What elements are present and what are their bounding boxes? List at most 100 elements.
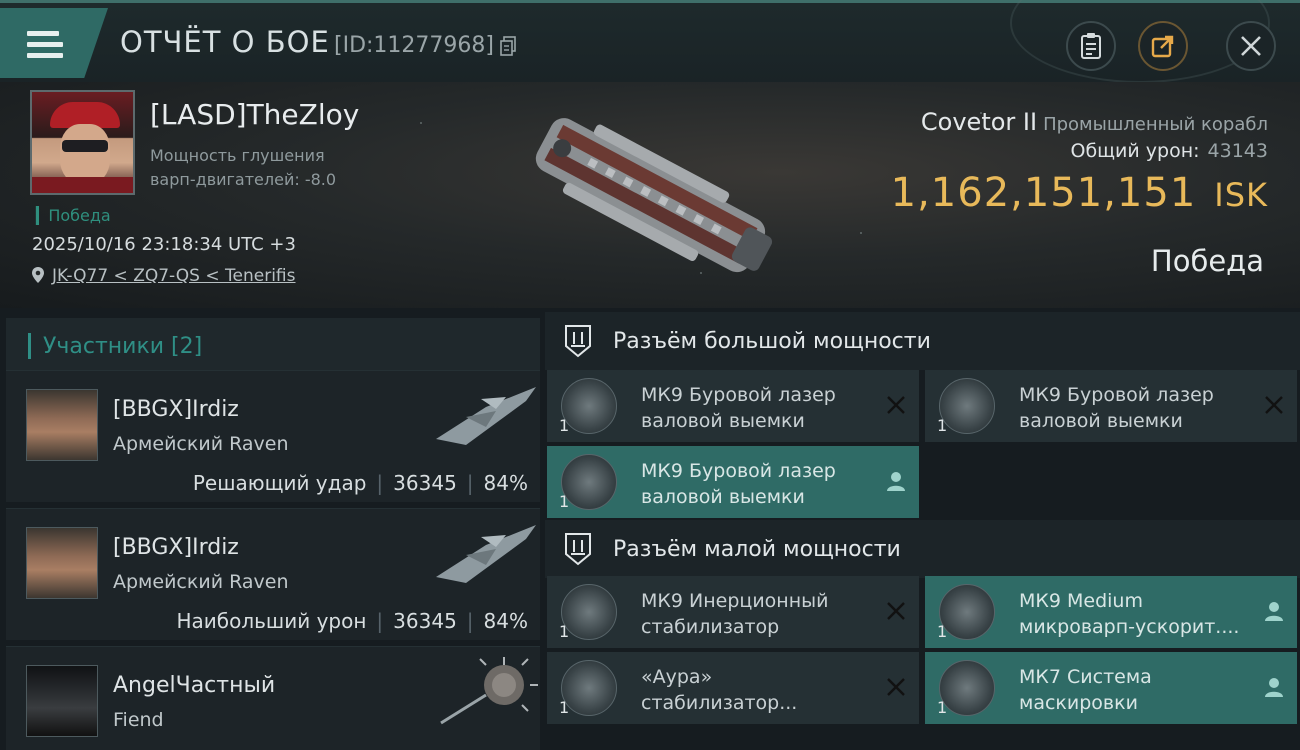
module-item[interactable]: 1 МК9 Medium микроварп-ускорит.... [925,576,1297,648]
participant-name: AngelЧастный [113,673,276,698]
isk-unit: ISK [1214,176,1268,214]
participant-name: [BBGX]Irdiz [113,535,239,560]
participant-ship: Армейский Raven [113,571,289,593]
module-qty: 1 [559,492,570,511]
module-label: МК9 Буровой лазер валовой выемки [641,460,836,508]
total-damage: Общий урон: 43143 [1070,140,1268,162]
participant-avatar [26,389,98,461]
target-ship-class: Промышленный корабл [1043,114,1268,135]
header-bar: ОТЧЁТ О БОЕ [ID:11277968] [0,0,1300,83]
clipboard-icon [1081,33,1101,59]
aura-stabilizer-icon [561,660,617,716]
module-label: «Аура» стабилизатор... [641,666,798,714]
location-pin-icon [32,267,44,283]
pilot-stat-line2: варп-двигателей: -8.0 [150,170,337,189]
module-item[interactable]: 1 МК9 Буровой лазер валовой выемки [547,446,919,518]
mining-laser-icon [561,378,617,434]
participant-ship-image [436,525,536,583]
isk-value: 1,162,151,151 ISK [891,170,1268,216]
module-label: МК9 Буровой лазер валовой выемки [1019,384,1214,432]
destroyed-icon [1265,396,1283,414]
participant-avatar [26,665,98,737]
pilot-avatar[interactable] [30,90,135,195]
pilot-name[interactable]: [LASD]TheZloy [150,98,359,131]
star-decor [420,122,422,124]
high-slot-header: Разъём большой мощности [545,312,1300,370]
module-qty: 1 [559,698,570,717]
participant-percent: 84% [483,471,528,495]
module-qty: 1 [559,416,570,435]
low-slot-label: Разъём малой мощности [613,536,901,562]
participants-accent [28,333,31,359]
win-tag-label: Победа [48,206,111,225]
module-qty: 1 [559,622,570,641]
module-item[interactable]: 1 «Аура» стабилизатор... [547,652,919,724]
isk-amount: 1,162,151,151 [890,170,1197,216]
close-icon [1241,36,1261,56]
total-damage-value: 43143 [1207,140,1268,162]
participant-ship-image [436,387,536,445]
participant-ship: Армейский Raven [113,433,289,455]
pilot-stat-line1: Мощность глушения [150,146,325,165]
inertial-stabilizer-icon [561,584,617,640]
participant-row[interactable]: [BBGX]Irdiz Армейский Raven Решающий уда… [6,370,540,502]
participant-stats: Решающий удар | 36345 | 84% [192,471,528,495]
report-id: [ID:11277968] [334,33,494,58]
microwarpdrive-icon [939,584,995,640]
participants-panel: Участники [2] [BBGX]Irdiz Армейский Rave… [0,308,545,750]
close-button[interactable] [1226,21,1276,71]
target-ship-image [535,118,773,273]
mining-laser-icon [561,454,617,510]
share-icon [1151,35,1174,58]
module-item[interactable]: 1 МК7 Система маскировки [925,652,1297,724]
clipboard-button[interactable] [1066,21,1116,71]
participant-avatar [26,527,98,599]
total-damage-label: Общий урон: [1070,140,1200,162]
share-button[interactable] [1138,21,1188,71]
destroyed-icon [887,396,905,414]
module-item[interactable]: 1 МК9 Инерционный стабилизатор [547,576,919,648]
module-label: МК9 Инерционный стабилизатор [641,590,829,638]
menu-button[interactable] [0,8,108,78]
mining-laser-icon [939,378,995,434]
target-ship-name: Covetor II [920,108,1038,136]
participant-role: Решающий удар [192,471,367,495]
battle-location[interactable]: JK-Q77 < ZQ7-QS < Tenerifis [32,266,296,286]
participant-ship: Fiend [113,709,164,731]
participant-ship-image [440,657,538,725]
high-slot-icon [565,325,591,358]
module-qty: 1 [937,698,948,717]
participants-title: Участники [2] [43,333,203,359]
page-title: ОТЧЁТ О БОЕ [120,25,330,59]
low-slot-icon [565,533,591,566]
copy-icon[interactable] [500,36,516,56]
participant-damage: 36345 [393,609,457,633]
module-qty: 1 [937,416,948,435]
participant-stats: Наибольший урон | 36345 | 84% [176,609,528,633]
participant-percent: 84% [483,609,528,633]
battle-result: Победа [1150,244,1264,278]
module-label: МК7 Система маскировки [1019,666,1152,714]
participant-name: [BBGX]Irdiz [113,397,239,422]
location-link[interactable]: JK-Q77 < ZQ7-QS < Tenerifis [52,266,296,286]
hamburger-icon [27,31,63,59]
destroyed-icon [887,678,905,696]
participants-header[interactable]: Участники [2] [6,318,540,374]
participant-damage: 36345 [393,471,457,495]
person-icon [1265,678,1283,697]
module-label: МК9 Medium микроварп-ускорит.... [1019,590,1240,638]
participant-role: Наибольший урон [176,609,367,633]
module-item[interactable]: 1 МК9 Буровой лазер валовой выемки [925,370,1297,442]
participant-row[interactable]: [BBGX]Irdiz Армейский Raven Наибольший у… [6,508,540,640]
high-slot-label: Разъём большой мощности [613,328,931,354]
pilot-stat: Мощность глушения варп-двигателей: -8.0 [150,144,336,192]
module-item[interactable]: 1 МК9 Буровой лазер валовой выемки [547,370,919,442]
fittings-panel: Разъём большой мощности 1 МК9 Буровой ла… [545,308,1300,750]
person-icon [887,472,905,491]
person-icon [1265,602,1283,621]
star-decor [860,232,862,234]
battle-datetime: 2025/10/16 23:18:34 UTC +3 [32,234,296,255]
low-slot-header: Разъём малой мощности [545,520,1300,578]
participant-row[interactable]: AngelЧастный Fiend [6,646,540,750]
target-ship[interactable]: Covetor II Промышленный корабл [921,108,1268,136]
